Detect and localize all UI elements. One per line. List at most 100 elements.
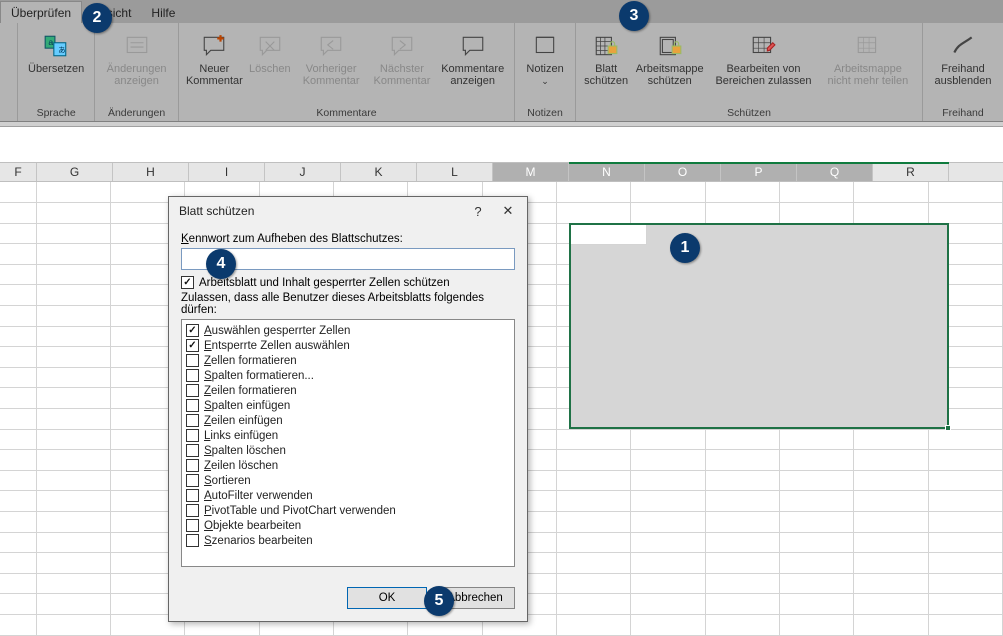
- cell[interactable]: [0, 367, 36, 388]
- next-comment-button[interactable]: Nächster Kommentar: [369, 27, 436, 106]
- active-cell[interactable]: [571, 225, 647, 245]
- cell[interactable]: [928, 532, 1002, 553]
- cell[interactable]: [0, 326, 36, 347]
- cell[interactable]: [705, 512, 779, 533]
- permission-row[interactable]: Zeilen löschen: [186, 458, 510, 473]
- cell[interactable]: [36, 347, 110, 368]
- cell[interactable]: [0, 264, 36, 285]
- cell[interactable]: [0, 388, 36, 409]
- colhead[interactable]: R: [873, 163, 949, 181]
- permission-checkbox[interactable]: [186, 474, 199, 487]
- permission-checkbox[interactable]: [186, 339, 199, 352]
- cell[interactable]: [0, 285, 36, 306]
- colhead[interactable]: J: [265, 163, 341, 181]
- cell[interactable]: [779, 203, 853, 224]
- cell[interactable]: [0, 244, 36, 265]
- cell[interactable]: [705, 450, 779, 471]
- cell[interactable]: [36, 409, 110, 430]
- unshare-workbook-button[interactable]: Arbeitsmappe nicht mehr teilen: [820, 27, 916, 106]
- cell[interactable]: [928, 203, 1002, 224]
- cell[interactable]: [705, 594, 779, 615]
- permission-checkbox[interactable]: [186, 414, 199, 427]
- cell[interactable]: [631, 182, 705, 203]
- permission-checkbox[interactable]: [186, 489, 199, 502]
- cell[interactable]: [705, 573, 779, 594]
- cell[interactable]: [631, 573, 705, 594]
- cell[interactable]: [36, 182, 110, 203]
- cell[interactable]: [556, 470, 630, 491]
- cell[interactable]: [631, 450, 705, 471]
- cell[interactable]: [928, 429, 1002, 450]
- cell[interactable]: [556, 450, 630, 471]
- cell[interactable]: [705, 182, 779, 203]
- permission-checkbox[interactable]: [186, 444, 199, 457]
- cell[interactable]: [556, 182, 630, 203]
- help-button[interactable]: ?: [463, 201, 493, 222]
- colhead[interactable]: K: [341, 163, 417, 181]
- cell[interactable]: [0, 594, 36, 615]
- column-headers[interactable]: F G H I J K L M N O P Q R: [0, 162, 1003, 182]
- cell[interactable]: [0, 203, 36, 224]
- cell[interactable]: [0, 347, 36, 368]
- cell[interactable]: [631, 532, 705, 553]
- cell[interactable]: [36, 285, 110, 306]
- colhead[interactable]: O: [645, 163, 721, 181]
- cell[interactable]: [779, 182, 853, 203]
- cell[interactable]: [0, 306, 36, 327]
- cell[interactable]: [928, 512, 1002, 533]
- cell[interactable]: [0, 223, 36, 244]
- cell[interactable]: [928, 182, 1002, 203]
- fill-handle[interactable]: [945, 425, 951, 431]
- protect-workbook-button[interactable]: Arbeitsmappe schützen: [632, 27, 707, 106]
- cell[interactable]: [556, 532, 630, 553]
- colhead[interactable]: H: [113, 163, 189, 181]
- colhead[interactable]: Q: [797, 163, 873, 181]
- colhead[interactable]: F: [0, 163, 37, 181]
- cell[interactable]: [631, 512, 705, 533]
- cell[interactable]: [0, 182, 36, 203]
- permission-checkbox[interactable]: [186, 369, 199, 382]
- cell[interactable]: [0, 470, 36, 491]
- cell[interactable]: [556, 553, 630, 574]
- cell[interactable]: [36, 512, 110, 533]
- cell[interactable]: [705, 203, 779, 224]
- cell[interactable]: [631, 470, 705, 491]
- permission-row[interactable]: Zellen formatieren: [186, 353, 510, 368]
- permission-checkbox[interactable]: [186, 534, 199, 547]
- permission-checkbox[interactable]: [186, 429, 199, 442]
- cell[interactable]: [854, 512, 928, 533]
- cell[interactable]: [928, 553, 1002, 574]
- cell[interactable]: [36, 223, 110, 244]
- permission-row[interactable]: Spalten löschen: [186, 443, 510, 458]
- cell[interactable]: [854, 594, 928, 615]
- permission-row[interactable]: Zeilen formatieren: [186, 383, 510, 398]
- protect-contents-checkbox[interactable]: [181, 276, 194, 289]
- cell[interactable]: [854, 450, 928, 471]
- prev-comment-button[interactable]: Vorheriger Kommentar: [296, 27, 367, 106]
- dialog-titlebar[interactable]: Blatt schützen ? ✕: [169, 197, 527, 225]
- cell[interactable]: [779, 429, 853, 450]
- cell[interactable]: [0, 491, 36, 512]
- permission-checkbox[interactable]: [186, 399, 199, 412]
- delete-comment-button[interactable]: Löschen: [246, 27, 294, 106]
- cell[interactable]: [928, 450, 1002, 471]
- cell[interactable]: [0, 429, 36, 450]
- cell[interactable]: [36, 491, 110, 512]
- cell[interactable]: [0, 450, 36, 471]
- cell[interactable]: [0, 532, 36, 553]
- cell[interactable]: [928, 594, 1002, 615]
- cell[interactable]: [36, 450, 110, 471]
- cell[interactable]: [631, 491, 705, 512]
- cell[interactable]: [928, 470, 1002, 491]
- cell[interactable]: [631, 203, 705, 224]
- cell[interactable]: [36, 367, 110, 388]
- cell[interactable]: [36, 306, 110, 327]
- allow-edit-ranges-button[interactable]: Bearbeiten von Bereichen zulassen: [709, 27, 818, 106]
- cell[interactable]: [854, 203, 928, 224]
- cell[interactable]: [36, 264, 110, 285]
- colhead[interactable]: I: [189, 163, 265, 181]
- permission-row[interactable]: PivotTable und PivotChart verwenden: [186, 503, 510, 518]
- permission-checkbox[interactable]: [186, 324, 199, 337]
- cell[interactable]: [779, 532, 853, 553]
- cell[interactable]: [854, 491, 928, 512]
